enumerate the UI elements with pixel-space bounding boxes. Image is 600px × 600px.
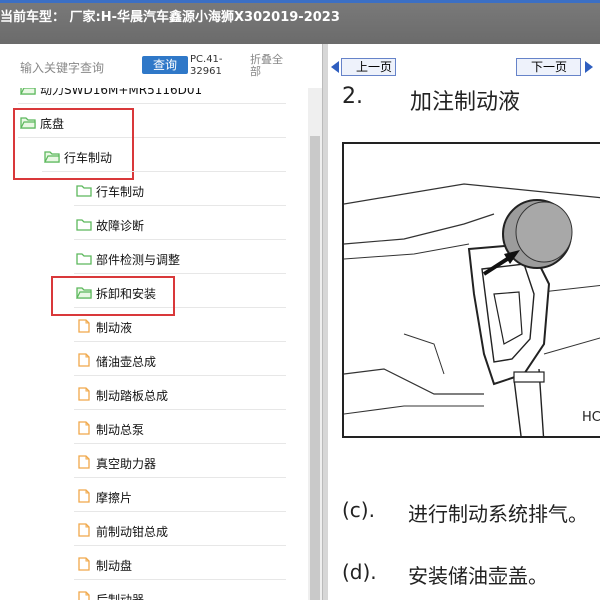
- tree-view: 动力SWD16M+MR5116D01 底盘 行车制动 行车制动 故障诊断 部件检测与调整拆…: [0, 88, 308, 600]
- document-icon: [76, 319, 92, 333]
- left-panel: 输入关键字查询 查询 PC.41-32961 折叠全部 动力SWD16M+MR5…: [0, 44, 322, 600]
- left-arrow-icon[interactable]: [330, 60, 340, 74]
- tree-item[interactable]: 制动踏板总成: [74, 378, 286, 410]
- right-arrow-icon[interactable]: [584, 60, 594, 74]
- document-icon: [76, 353, 92, 367]
- tree-item-label: 储油壶总成: [96, 355, 157, 369]
- tree-item[interactable]: 前制动钳总成: [74, 514, 286, 546]
- tree-item-label: 制动踏板总成: [96, 389, 169, 403]
- step-title: 加注制动液: [410, 90, 521, 115]
- tree-item[interactable]: 后制动器: [74, 582, 286, 600]
- document-icon: [76, 523, 92, 537]
- tree-item[interactable]: 故障诊断: [74, 208, 286, 240]
- tree-item-label: 后制动器: [96, 593, 145, 600]
- search-row: 输入关键字查询 查询 PC.41-32961 折叠全部: [0, 44, 322, 88]
- window-title: 当前车型： 厂家:H-华晨汽车鑫源小海狮X302019-2023: [0, 10, 340, 25]
- folder-open-icon: [44, 149, 60, 163]
- document-viewer: 上一页 下一页 2. 加注制动液 HC (c). 进行制动系统排气。 (d). …: [328, 44, 600, 600]
- title-accent-line: [0, 0, 600, 3]
- tree-item-label: 部件检测与调整: [96, 253, 181, 267]
- next-page-button[interactable]: 下一页: [516, 58, 581, 76]
- tree-item[interactable]: 摩擦片: [74, 480, 286, 512]
- document-icon: [76, 455, 92, 469]
- tree-item[interactable]: 行车制动: [74, 174, 286, 206]
- tree-item[interactable]: 真空助力器: [74, 446, 286, 478]
- figure-code: HC: [582, 410, 600, 425]
- substep-d: (d). 安装储油壶盖。: [342, 560, 548, 588]
- folder-icon: [76, 251, 92, 265]
- document-icon: [76, 489, 92, 503]
- tree-item[interactable]: 制动液: [74, 310, 286, 342]
- tree-item-label: 行车制动: [96, 185, 145, 199]
- document-icon: [76, 387, 92, 401]
- substep-d-label: (d).: [342, 560, 377, 584]
- step-number: 2.: [342, 84, 363, 109]
- illustration-figure: [342, 142, 600, 438]
- tree-scrollbar-thumb[interactable]: [310, 136, 320, 600]
- tree-item-label: 制动总泵: [96, 423, 145, 437]
- brake-reservoir-illustration: [344, 183, 600, 436]
- collapse-all-button[interactable]: 折叠全部: [250, 54, 290, 78]
- substep-d-text: 安装储油壶盖。: [408, 564, 548, 588]
- tree-item-label: 真空助力器: [96, 457, 157, 471]
- page-nav-bar: 上一页 下一页: [328, 52, 600, 78]
- folder-icon: [76, 217, 92, 231]
- search-input[interactable]: 输入关键字查询: [20, 59, 104, 76]
- document-icon: [76, 557, 92, 571]
- substep-c-label: (c).: [342, 498, 375, 522]
- tree-item[interactable]: 动力SWD16M+MR5116D01: [18, 88, 286, 104]
- tree-item-label: 故障诊断: [96, 219, 145, 233]
- tree-item-label: 制动盘: [96, 559, 133, 573]
- document-icon: [76, 591, 92, 600]
- part-code: PC.41-32961: [190, 54, 223, 77]
- tree-item-label: 制动液: [96, 321, 133, 335]
- document-icon: [76, 421, 92, 435]
- tree-item[interactable]: 制动盘: [74, 548, 286, 580]
- tree-item-label: 摩擦片: [96, 491, 133, 505]
- folder-open-icon: [20, 88, 36, 95]
- prev-page-button[interactable]: 上一页: [341, 58, 396, 76]
- tree-item[interactable]: 储油壶总成: [74, 344, 286, 376]
- next-page-label: 下一页: [531, 60, 568, 74]
- title-bar: 当前车型： 厂家:H-华晨汽车鑫源小海狮X302019-2023: [0, 0, 600, 44]
- tree-item-label: 行车制动: [64, 151, 113, 165]
- folder-icon: [76, 183, 92, 197]
- substep-c-text: 进行制动系统排气。: [408, 502, 588, 526]
- substep-c: (c). 进行制动系统排气。: [342, 498, 588, 526]
- query-button[interactable]: 查询: [142, 56, 188, 74]
- tree-item-label: 动力SWD16M+MR5116D01: [40, 88, 203, 97]
- tree-item[interactable]: 部件检测与调整: [74, 242, 286, 274]
- tree-item[interactable]: 行车制动: [42, 140, 286, 172]
- tree-item[interactable]: 制动总泵: [74, 412, 286, 444]
- tree-item-label: 前制动钳总成: [96, 525, 169, 539]
- prev-page-label: 上一页: [356, 60, 393, 74]
